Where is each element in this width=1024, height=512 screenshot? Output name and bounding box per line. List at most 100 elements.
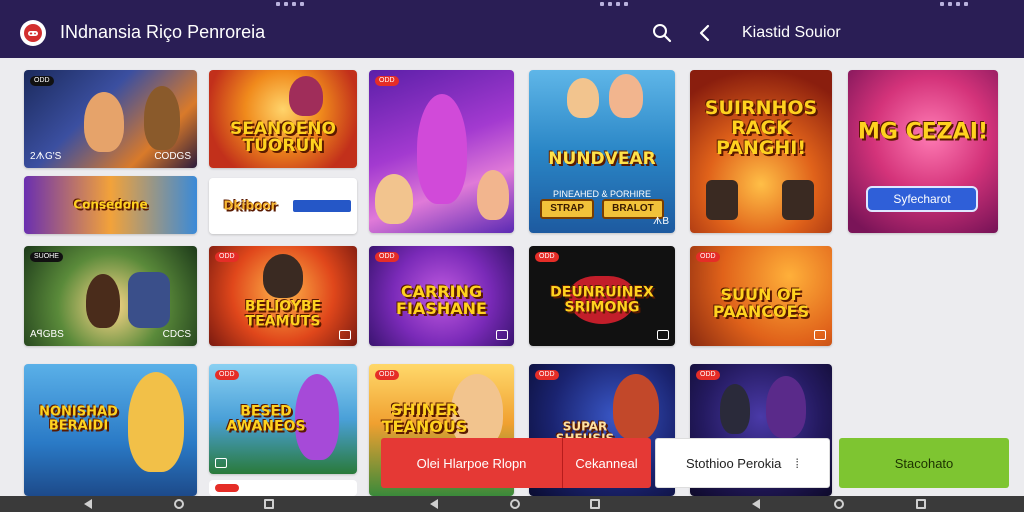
card-tag: ODD — [535, 370, 559, 380]
game-card[interactable]: ODD BESED AWANEOS — [209, 364, 357, 474]
chat-icon[interactable] — [339, 330, 351, 340]
card-tag — [215, 484, 239, 492]
game-grid: ODD 2ᗑG'S CODGS SEANOENO TUORUN ODD NUND… — [0, 58, 1024, 496]
status-bar — [0, 0, 1024, 8]
card-tag: SUOHE — [30, 252, 63, 262]
chat-icon[interactable] — [814, 330, 826, 340]
card-action-button[interactable]: Syfecharot — [866, 186, 978, 212]
card-title: SUIRNHOS RAGK PANGHI! — [704, 96, 818, 159]
character-figure — [417, 94, 467, 204]
game-card[interactable]: MG CEZAI! Syfecharot — [848, 70, 998, 233]
primary-action-button-group: Olei Hlarpoe Rlopn Cekanneal — [381, 438, 651, 488]
chat-icon[interactable] — [657, 330, 669, 340]
character-figure — [128, 372, 184, 472]
signal-icon — [292, 2, 296, 6]
secondary-action-label: Stothioo Perokia — [685, 455, 782, 471]
signal-icon — [616, 2, 620, 6]
battery-icon — [624, 2, 628, 6]
card-title: NONISHAD BERAIDI — [39, 404, 118, 434]
game-card[interactable]: SUIRNHOS RAGK PANGHI! — [690, 70, 832, 233]
game-card[interactable]: Dkiboor — [209, 178, 357, 234]
game-card[interactable]: Consedone — [24, 176, 197, 234]
game-card[interactable]: SEANOENO TUORUN — [209, 70, 357, 168]
nav-recent-icon[interactable] — [264, 499, 274, 509]
card-title: SEANOENO TUORUN — [230, 118, 336, 157]
card-tag: ODD — [375, 76, 399, 86]
card-tag: ODD — [535, 252, 559, 262]
notification-icon — [940, 2, 944, 6]
game-card[interactable]: ODD 2ᗑG'S CODGS — [24, 70, 197, 168]
card-tag: ODD — [375, 252, 399, 262]
nav-back-icon[interactable] — [752, 499, 760, 509]
confirm-action-button[interactable]: Stacohato — [839, 438, 1009, 488]
card-tag: ODD — [30, 76, 54, 86]
notification-icon — [276, 2, 280, 6]
character-figure — [720, 384, 750, 434]
game-card[interactable]: ODD CARRING FIASHANE — [369, 246, 514, 346]
secondary-action-button[interactable]: Stothioo Perokia ⁞ — [655, 438, 830, 488]
nav-back-icon[interactable] — [430, 499, 438, 509]
character-figure — [567, 78, 599, 118]
character-figure — [782, 180, 814, 220]
nav-back-icon[interactable] — [84, 499, 92, 509]
nav-home-icon[interactable] — [174, 499, 184, 509]
character-figure — [144, 86, 180, 150]
game-card[interactable]: NUNDVEAR PINEAHED & PORHIRE STRAP BRALOT… — [529, 70, 675, 233]
card-title: SHINER TEANOUS — [381, 400, 468, 437]
character-figure — [609, 74, 643, 118]
card-tag: ODD — [375, 370, 399, 380]
status-icons-right — [940, 0, 968, 8]
confirm-action-label: Stacohato — [894, 455, 954, 471]
system-navigation-bar — [0, 496, 1024, 512]
battery-icon — [964, 2, 968, 6]
app-logo[interactable] — [20, 20, 46, 46]
nav-home-icon[interactable] — [834, 499, 844, 509]
primary-action-button[interactable]: Olei Hlarpoe Rlopn — [381, 456, 562, 471]
character-figure — [375, 174, 413, 224]
game-card[interactable]: NONISHAD BERAIDI — [24, 364, 197, 496]
card-tag: ODD — [215, 370, 239, 380]
wifi-icon — [948, 2, 952, 6]
chat-icon[interactable] — [496, 330, 508, 340]
game-card[interactable]: SUOHE AꟼGBS CDCS — [24, 246, 197, 346]
game-card[interactable]: ODD SUUN OF PAANCOES — [690, 246, 832, 346]
card-caption-left: 2ᗑG'S — [30, 151, 62, 162]
card-caption-right: CODGS — [154, 151, 191, 162]
app-header: INdnansia Riço Penroreia Kiastid Souior — [0, 8, 1024, 58]
card-title: NUNDVEAR — [548, 148, 656, 169]
battery-icon — [300, 2, 304, 6]
wifi-icon — [608, 2, 612, 6]
card-tag: ODD — [696, 252, 720, 262]
status-icons-left — [276, 0, 304, 8]
game-card[interactable]: ODD DEUNRUINEX SRIMONG — [529, 246, 675, 346]
character-figure — [128, 272, 170, 328]
character-figure — [84, 92, 124, 152]
card-title: BESED AWANEOS — [226, 403, 306, 434]
game-card[interactable]: ODD BELIOYBE TEAMUTS — [209, 246, 357, 346]
character-figure — [766, 376, 806, 438]
card-title: DEUNRUINEX SRIMONG — [550, 284, 654, 315]
signal-icon — [956, 2, 960, 6]
wifi-icon — [284, 2, 288, 6]
card-pill-button[interactable]: STRAP — [540, 199, 595, 219]
card-title: BELIOYBE TEAMUTS — [244, 298, 322, 329]
cancel-button[interactable]: Cekanneal — [562, 456, 651, 471]
character-figure — [86, 274, 120, 328]
chevron-left-icon[interactable] — [696, 23, 714, 43]
card-tag: ODD — [696, 370, 720, 380]
card-title: SUUN OF PAANCOES — [712, 285, 810, 321]
nav-recent-icon[interactable] — [590, 499, 600, 509]
text-cursor-icon: ⁞ — [795, 455, 800, 471]
search-icon[interactable] — [652, 23, 672, 43]
status-icons-middle — [600, 0, 628, 8]
chat-icon[interactable] — [215, 458, 227, 468]
game-controller-icon — [24, 24, 42, 42]
section-title: Kiastid Souior — [742, 24, 841, 41]
character-figure — [477, 170, 509, 220]
card-caption-right: CDCS — [162, 329, 191, 340]
game-card[interactable]: ODD — [369, 70, 514, 233]
character-figure — [263, 254, 303, 298]
nav-home-icon[interactable] — [510, 499, 520, 509]
card-tag: ODD — [215, 252, 239, 262]
nav-recent-icon[interactable] — [916, 499, 926, 509]
